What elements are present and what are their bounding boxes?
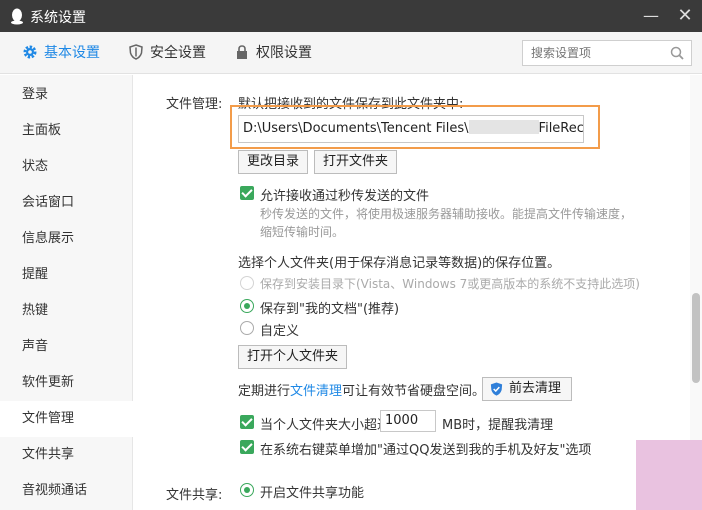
size-limit-suffix: MB时，提醒我清理 xyxy=(442,418,554,433)
gear-icon xyxy=(23,45,37,59)
change-directory-button[interactable]: 更改目录 xyxy=(238,150,309,174)
radio-install-dir-label: 保存到安装目录下(Vista、Windows 7或更高版本的系统不支持此选项) xyxy=(260,277,640,291)
open-personal-folder-button[interactable]: 打开个人文件夹 xyxy=(238,345,348,369)
clean-hint-suffix: 可让有效节省硬盘空间。 xyxy=(342,384,486,399)
search-input[interactable] xyxy=(523,41,663,65)
size-limit-checkbox[interactable] xyxy=(240,415,254,429)
clean-hint: 定期进行文件清理可让有效节省硬盘空间。 xyxy=(238,380,485,399)
context-menu-label: 在系统右键菜单增加"通过QQ发送到我的手机及好友"选项 xyxy=(260,443,592,458)
fast-transfer-description: 秒传发送的文件，将使用极速服务器辅助接收。能提高文件传输速度，缩短传输时间。 xyxy=(260,207,633,239)
sidebar-item-software-update[interactable]: 软件更新 xyxy=(0,365,133,401)
tab-security-settings[interactable]: 安全设置 xyxy=(128,32,206,74)
sidebar-item-file-management[interactable]: 文件管理 xyxy=(0,401,133,437)
sidebar-item-av-call[interactable]: 音视频通话 xyxy=(0,473,133,509)
sidebar-item-login[interactable]: 登录 xyxy=(0,77,133,113)
tab-label: 基本设置 xyxy=(44,45,100,61)
sidebar-item-status[interactable]: 状态 xyxy=(0,149,133,185)
sidebar-item-main-panel[interactable]: 主面板 xyxy=(0,113,133,149)
sidebar-item-reminder[interactable]: 提醒 xyxy=(0,257,133,293)
tab-basic-settings[interactable]: 基本设置 xyxy=(22,32,100,74)
file-management-label: 文件管理: xyxy=(166,97,223,112)
sidebar-item-file-sharing[interactable]: 文件共享 xyxy=(0,437,133,473)
close-button[interactable]: ✕ xyxy=(668,0,702,32)
shield-check-icon xyxy=(490,382,503,396)
scrollbar-thumb[interactable] xyxy=(692,293,700,383)
sidebar-item-hotkeys[interactable]: 热键 xyxy=(0,293,133,329)
qq-penguin-icon xyxy=(11,8,23,25)
size-limit-input[interactable]: 1000 xyxy=(380,410,436,432)
radio-custom[interactable] xyxy=(240,321,254,335)
download-path-field[interactable]: D:\Users\Documents\Tencent Files\ FileRec… xyxy=(238,115,584,143)
enable-file-sharing-radio[interactable] xyxy=(240,483,254,497)
file-sharing-label: 文件共享: xyxy=(166,488,223,503)
sidebar-item-chat-window[interactable]: 会话窗口 xyxy=(0,185,133,221)
radio-my-documents[interactable] xyxy=(240,299,254,313)
file-clean-link[interactable]: 文件清理 xyxy=(290,384,342,399)
shield-icon xyxy=(129,44,143,60)
title-bar: 系统设置 — ✕ xyxy=(0,0,702,32)
settings-sidebar: 登录 主面板 状态 会话窗口 信息展示 提醒 热键 声音 软件更新 文件管理 文… xyxy=(0,75,133,510)
decorative-corner xyxy=(636,440,702,510)
enable-file-sharing-label: 开启文件共享功能 xyxy=(260,486,365,501)
window-title: 系统设置 xyxy=(30,10,86,26)
tab-label: 安全设置 xyxy=(150,45,206,61)
radio-install-dir[interactable] xyxy=(240,276,254,290)
allow-fast-transfer-label: 允许接收通过秒传发送的文件 xyxy=(260,189,430,204)
clean-hint-prefix: 定期进行 xyxy=(238,384,291,399)
size-limit-prefix: 当个人文件夹大小超过 xyxy=(260,418,391,433)
context-menu-checkbox[interactable] xyxy=(240,440,254,454)
path-redacted xyxy=(468,120,539,134)
personal-folder-title: 选择个人文件夹(用于保存消息记录等数据)的保存位置。 xyxy=(238,256,561,271)
path-value: D:\Users\Documents\Tencent Files\ xyxy=(243,121,469,136)
settings-content: 文件管理: 默认把接收到的文件保存到此文件夹中: D:\Users\Docume… xyxy=(134,75,702,510)
go-clean-button[interactable]: 前去清理 xyxy=(482,377,572,401)
sidebar-item-info-display[interactable]: 信息展示 xyxy=(0,221,133,257)
lock-icon xyxy=(237,45,247,59)
search-icon[interactable] xyxy=(669,45,685,61)
go-clean-label: 前去清理 xyxy=(509,381,562,396)
allow-fast-transfer-checkbox[interactable] xyxy=(240,186,254,200)
minimize-button[interactable]: — xyxy=(634,0,668,32)
open-folder-button[interactable]: 打开文件夹 xyxy=(314,150,398,174)
tab-label: 权限设置 xyxy=(256,45,312,61)
settings-search-box[interactable] xyxy=(522,40,692,66)
tab-permission-settings[interactable]: 权限设置 xyxy=(234,32,312,74)
radio-custom-label: 自定义 xyxy=(260,324,300,339)
sidebar-item-sound[interactable]: 声音 xyxy=(0,329,133,365)
path-suffix: FileRecv\ xyxy=(538,121,584,136)
radio-my-documents-label: 保存到"我的文档"(推荐) xyxy=(260,302,400,317)
